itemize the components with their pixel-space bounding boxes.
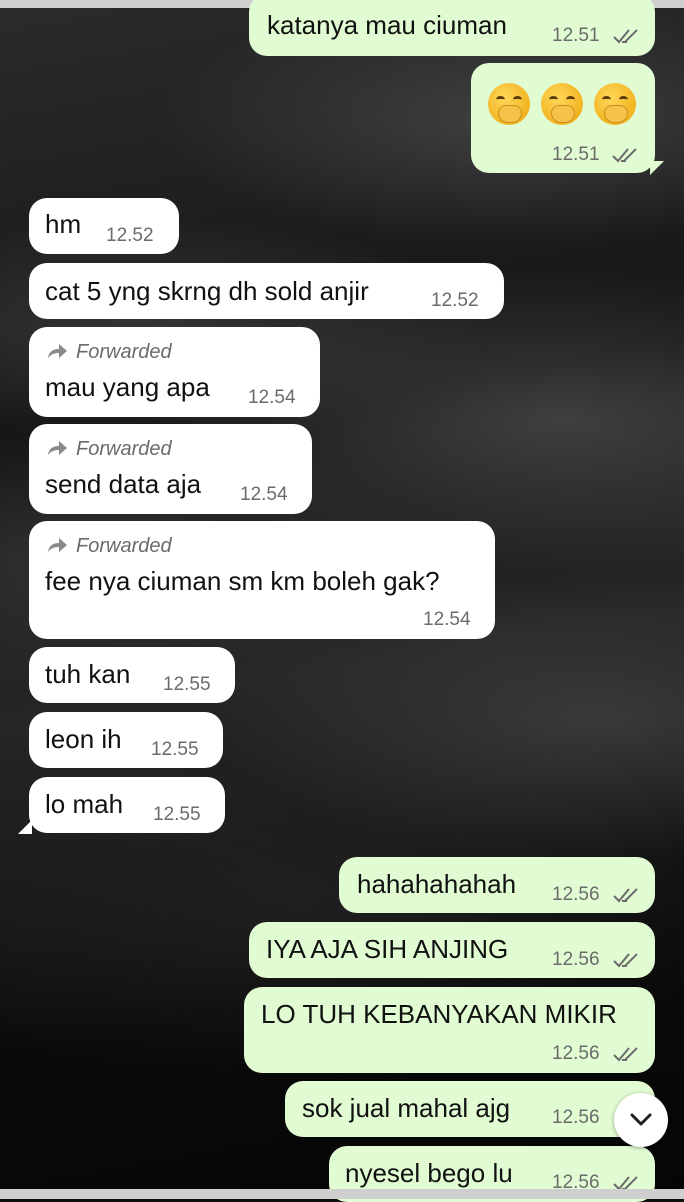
message-text: lo mah bbox=[45, 789, 124, 819]
double-check-icon bbox=[613, 953, 638, 968]
message-text: LO TUH KEBANYAKAN MIKIR bbox=[261, 999, 617, 1029]
message-time: 12.54 bbox=[423, 609, 471, 630]
message-outgoing[interactable]: IYA AJA SIH ANJING 12.56 bbox=[249, 922, 655, 978]
message-time: 12.55 bbox=[163, 674, 211, 695]
message-incoming[interactable]: cat 5 yng skrng dh sold anjir 12.52 bbox=[29, 263, 504, 319]
message-time: 12.52 bbox=[106, 225, 154, 246]
message-incoming[interactable]: leon ih 12.55 bbox=[29, 712, 223, 768]
message-text: tuh kan bbox=[45, 659, 131, 689]
message-time: 12.55 bbox=[151, 739, 199, 760]
message-text: katanya mau ciuman bbox=[267, 10, 507, 40]
message-text: hahahahahah bbox=[357, 869, 517, 899]
forwarded-label: Forwarded bbox=[76, 341, 172, 363]
double-check-icon bbox=[613, 1047, 638, 1062]
message-time: 12.55 bbox=[153, 804, 201, 825]
forward-arrow-icon bbox=[48, 344, 67, 358]
forward-arrow-icon bbox=[48, 441, 67, 455]
forwarded-label: Forwarded bbox=[76, 535, 172, 557]
message-outgoing[interactable]: hahahahahah 12.56 bbox=[339, 857, 655, 913]
message-incoming[interactable]: hm 12.52 bbox=[29, 198, 179, 254]
double-check-icon bbox=[612, 148, 637, 163]
message-text: IYA AJA SIH ANJING bbox=[266, 934, 509, 964]
message-text: cat 5 yng skrng dh sold anjir bbox=[45, 276, 369, 306]
message-text: sok jual mahal ajg bbox=[302, 1093, 511, 1123]
bottom-edge-bar bbox=[0, 1189, 684, 1199]
bubble-tail bbox=[18, 820, 32, 834]
face-with-hand-over-mouth-icon bbox=[594, 83, 636, 125]
message-text: fee nya ciuman sm km boleh gak? bbox=[45, 566, 440, 596]
message-incoming-forwarded[interactable]: Forwarded mau yang apa 12.54 bbox=[29, 327, 320, 417]
message-incoming-forwarded[interactable]: Forwarded fee nya ciuman sm km boleh gak… bbox=[29, 521, 495, 639]
message-time: 12.51 bbox=[552, 144, 600, 165]
double-check-icon bbox=[613, 888, 638, 903]
message-time: 12.56 bbox=[552, 884, 600, 905]
bubble-tail bbox=[650, 161, 664, 175]
message-incoming[interactable]: lo mah 12.55 bbox=[29, 777, 225, 833]
message-text: send data aja bbox=[45, 469, 202, 499]
forwarded-label: Forwarded bbox=[76, 438, 172, 460]
double-check-icon bbox=[613, 29, 638, 44]
message-text: hm bbox=[45, 209, 82, 239]
message-time: 12.54 bbox=[248, 387, 296, 408]
message-outgoing[interactable]: LO TUH KEBANYAKAN MIKIR 12.56 bbox=[244, 987, 655, 1073]
message-time: 12.56 bbox=[552, 1107, 600, 1128]
message-incoming-forwarded[interactable]: Forwarded send data aja 12.54 bbox=[29, 424, 312, 514]
scroll-to-bottom-button[interactable] bbox=[614, 1093, 668, 1147]
message-outgoing[interactable]: katanya mau ciuman 12.51 bbox=[249, 0, 655, 56]
message-time: 12.54 bbox=[240, 484, 288, 505]
chevron-down-icon bbox=[630, 1113, 652, 1126]
message-incoming[interactable]: tuh kan 12.55 bbox=[29, 647, 235, 703]
message-time: 12.56 bbox=[552, 1043, 600, 1064]
message-outgoing[interactable]: 12.51 bbox=[471, 63, 655, 173]
message-text: nyesel bego lu bbox=[345, 1158, 513, 1188]
message-time: 12.52 bbox=[431, 290, 479, 311]
face-with-hand-over-mouth-icon bbox=[541, 83, 583, 125]
face-with-hand-over-mouth-icon bbox=[488, 83, 530, 125]
message-outgoing[interactable]: sok jual mahal ajg 12.56 bbox=[285, 1081, 655, 1137]
message-text: mau yang apa bbox=[45, 372, 210, 402]
message-time: 12.51 bbox=[552, 25, 600, 46]
message-text: leon ih bbox=[45, 724, 122, 754]
message-time: 12.56 bbox=[552, 949, 600, 970]
forward-arrow-icon bbox=[48, 538, 67, 552]
